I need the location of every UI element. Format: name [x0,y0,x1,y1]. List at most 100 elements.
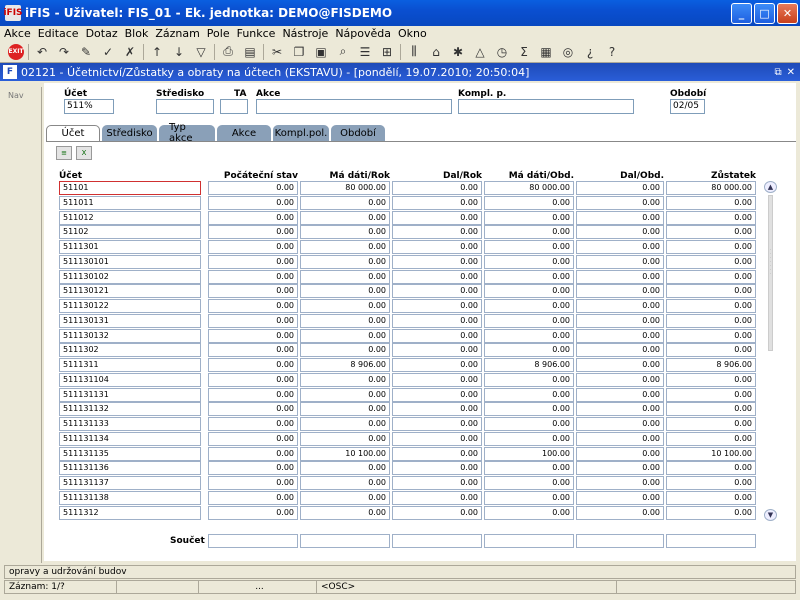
value-cell[interactable]: 0.00 [208,461,298,476]
account-cell[interactable]: 511130132 [59,328,201,343]
kompl-input[interactable] [458,99,634,114]
value-cell[interactable]: 0.00 [666,461,756,476]
menu-item-5[interactable]: Pole [207,27,230,40]
value-cell[interactable]: 80 000.00 [484,181,574,195]
excel-icon[interactable]: ▦ [537,43,555,61]
value-cell[interactable]: 0.00 [392,372,482,387]
value-cell[interactable]: 0.00 [392,195,482,210]
building-icon[interactable]: ⌂ [427,43,445,61]
account-cell[interactable]: 5111301 [59,240,201,254]
value-cell[interactable]: 0.00 [484,476,574,490]
menu-item-7[interactable]: Nástroje [282,27,328,40]
value-cell[interactable]: 0.00 [392,299,482,313]
value-cell[interactable]: 0.00 [392,461,482,476]
value-cell[interactable]: 0.00 [208,284,298,299]
sort-desc-icon[interactable]: ↓ [170,43,188,61]
account-cell[interactable]: 511012 [59,210,201,225]
settings-icon[interactable]: ✱ [449,43,467,61]
value-cell[interactable]: 0.00 [576,240,664,254]
value-cell[interactable]: 0.00 [666,210,756,225]
value-cell[interactable]: 0.00 [576,372,664,387]
value-cell[interactable]: 0.00 [484,343,574,358]
value-cell[interactable]: 0.00 [300,240,390,254]
value-cell[interactable]: 0.00 [300,372,390,387]
column-header-1[interactable]: Počáteční stav [208,171,298,181]
account-cell[interactable]: 511131131 [59,387,201,402]
value-cell[interactable]: 0.00 [576,269,664,284]
account-cell[interactable]: 511131136 [59,461,201,476]
value-cell[interactable]: 80 000.00 [666,181,756,195]
tab-3[interactable]: Akce [217,125,271,141]
account-cell[interactable]: 5111311 [59,358,201,372]
account-cell[interactable]: 5111312 [59,505,201,520]
menu-item-2[interactable]: Dotaz [86,27,118,40]
value-cell[interactable]: 0.00 [484,269,574,284]
value-cell[interactable]: 0.00 [666,195,756,210]
value-cell[interactable]: 0.00 [208,402,298,417]
value-cell[interactable]: 0.00 [392,490,482,505]
columns-icon[interactable]: ⫼ [405,43,423,61]
value-cell[interactable]: 0.00 [484,490,574,505]
value-cell[interactable]: 8 906.00 [300,358,390,372]
account-cell[interactable]: 511130101 [59,254,201,269]
value-cell[interactable]: 0.00 [392,254,482,269]
account-cell[interactable]: 511130131 [59,313,201,328]
menu-item-0[interactable]: Akce [4,27,31,40]
window-titlebar[interactable]: iFIS iFIS - Uživatel: FIS_01 - Ek. jedno… [0,0,800,26]
value-cell[interactable]: 0.00 [666,505,756,520]
value-cell[interactable]: 0.00 [484,387,574,402]
value-cell[interactable]: 0.00 [576,225,664,240]
value-cell[interactable]: 0.00 [576,461,664,476]
tab-1[interactable]: Středisko [102,125,157,141]
column-header-3[interactable]: Dal/Rok [392,171,482,181]
value-cell[interactable]: 0.00 [300,299,390,313]
value-cell[interactable]: 10 100.00 [300,446,390,461]
obdobi-input[interactable]: 02/05 [670,99,705,114]
value-cell[interactable]: 0.00 [208,299,298,313]
value-cell[interactable]: 0.00 [392,284,482,299]
value-cell[interactable]: 0.00 [300,195,390,210]
value-cell[interactable]: 0.00 [484,284,574,299]
column-header-6[interactable]: Zůstatek [666,171,756,181]
value-cell[interactable]: 0.00 [392,240,482,254]
value-cell[interactable]: 0.00 [208,358,298,372]
value-cell[interactable]: 8 906.00 [666,358,756,372]
value-cell[interactable]: 0.00 [484,225,574,240]
list-icon[interactable]: ☰ [356,43,374,61]
close-button[interactable]: ✕ [777,2,798,24]
value-cell[interactable]: 0.00 [208,210,298,225]
value-cell[interactable]: 0.00 [484,240,574,254]
account-cell[interactable]: 511131104 [59,372,201,387]
clock-icon[interactable]: ◷ [493,43,511,61]
value-cell[interactable]: 0.00 [392,387,482,402]
value-cell[interactable]: 0.00 [392,358,482,372]
value-cell[interactable]: 80 000.00 [300,181,390,195]
value-cell[interactable]: 0.00 [576,417,664,431]
value-cell[interactable]: 0.00 [300,461,390,476]
column-header-4[interactable]: Má dáti/Obd. [484,171,574,181]
triangle-icon[interactable]: △ [471,43,489,61]
value-cell[interactable]: 0.00 [666,490,756,505]
cut-icon[interactable]: ✂ [268,43,286,61]
account-cell[interactable]: 51102 [59,225,201,240]
tab-2[interactable]: Typ akce [159,122,215,144]
menu-item-6[interactable]: Funkce [237,27,276,40]
value-cell[interactable]: 0.00 [392,328,482,343]
value-cell[interactable]: 0.00 [576,505,664,520]
value-cell[interactable]: 0.00 [484,461,574,476]
value-cell[interactable]: 0.00 [484,431,574,446]
value-cell[interactable]: 0.00 [666,254,756,269]
value-cell[interactable]: 0.00 [392,431,482,446]
value-cell[interactable]: 0.00 [208,181,298,195]
value-cell[interactable]: 0.00 [484,417,574,431]
query-execute-icon[interactable]: ✓ [99,43,117,61]
account-cell[interactable]: 511131132 [59,402,201,417]
column-header-0[interactable]: Účet [59,171,201,181]
close-child-icon[interactable]: ✕ [787,67,795,78]
value-cell[interactable]: 0.00 [208,328,298,343]
menu-item-4[interactable]: Záznam [155,27,199,40]
value-cell[interactable]: 0.00 [666,225,756,240]
account-cell[interactable]: 511131138 [59,490,201,505]
tab-5[interactable]: Období [331,125,385,141]
value-cell[interactable]: 0.00 [392,505,482,520]
